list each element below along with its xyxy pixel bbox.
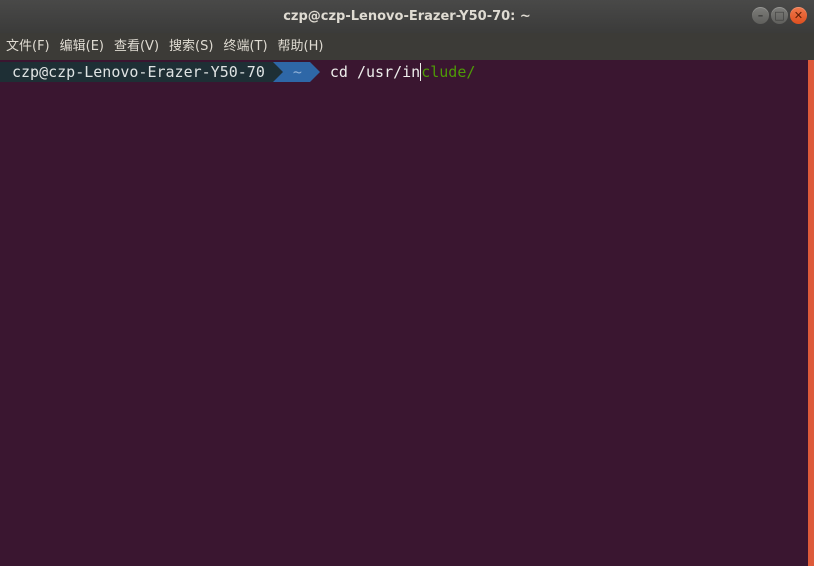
- prompt-end-arrow-icon: [309, 62, 320, 82]
- menu-terminal[interactable]: 终端(T): [218, 33, 272, 60]
- window-controls: – □ ✕: [752, 7, 807, 24]
- minimize-icon[interactable]: –: [752, 7, 769, 24]
- command-input[interactable]: cd /usr/include/: [320, 62, 476, 82]
- terminal-output[interactable]: czp@czp-Lenovo-Erazer-Y50-70 ~ cd /usr/i…: [0, 60, 808, 566]
- scrollbar[interactable]: [808, 60, 814, 566]
- menu-bar: 文件(F) 编辑(E) 查看(V) 搜索(S) 终端(T) 帮助(H): [0, 33, 814, 60]
- close-icon[interactable]: ✕: [790, 7, 807, 24]
- terminal-window: czp@czp-Lenovo-Erazer-Y50-70: ~ – □ ✕ 文件…: [0, 0, 814, 566]
- prompt-line: czp@czp-Lenovo-Erazer-Y50-70 ~ cd /usr/i…: [0, 62, 475, 82]
- prompt-separator-icon: [272, 62, 283, 82]
- prompt-user-host: czp@czp-Lenovo-Erazer-Y50-70: [0, 62, 273, 82]
- maximize-icon[interactable]: □: [771, 7, 788, 24]
- prompt-directory: ~: [282, 62, 310, 82]
- autosuggestion: clude/: [421, 63, 476, 81]
- menu-file[interactable]: 文件(F): [1, 33, 55, 60]
- title-bar[interactable]: czp@czp-Lenovo-Erazer-Y50-70: ~ – □ ✕: [0, 0, 814, 33]
- menu-search[interactable]: 搜索(S): [164, 33, 218, 60]
- menu-help[interactable]: 帮助(H): [273, 33, 329, 60]
- scrollbar-thumb[interactable]: [808, 60, 814, 566]
- typed-command: cd /usr/in: [329, 63, 421, 81]
- window-title: czp@czp-Lenovo-Erazer-Y50-70: ~: [283, 9, 531, 24]
- menu-edit[interactable]: 编辑(E): [55, 33, 109, 60]
- menu-view[interactable]: 查看(V): [109, 33, 164, 60]
